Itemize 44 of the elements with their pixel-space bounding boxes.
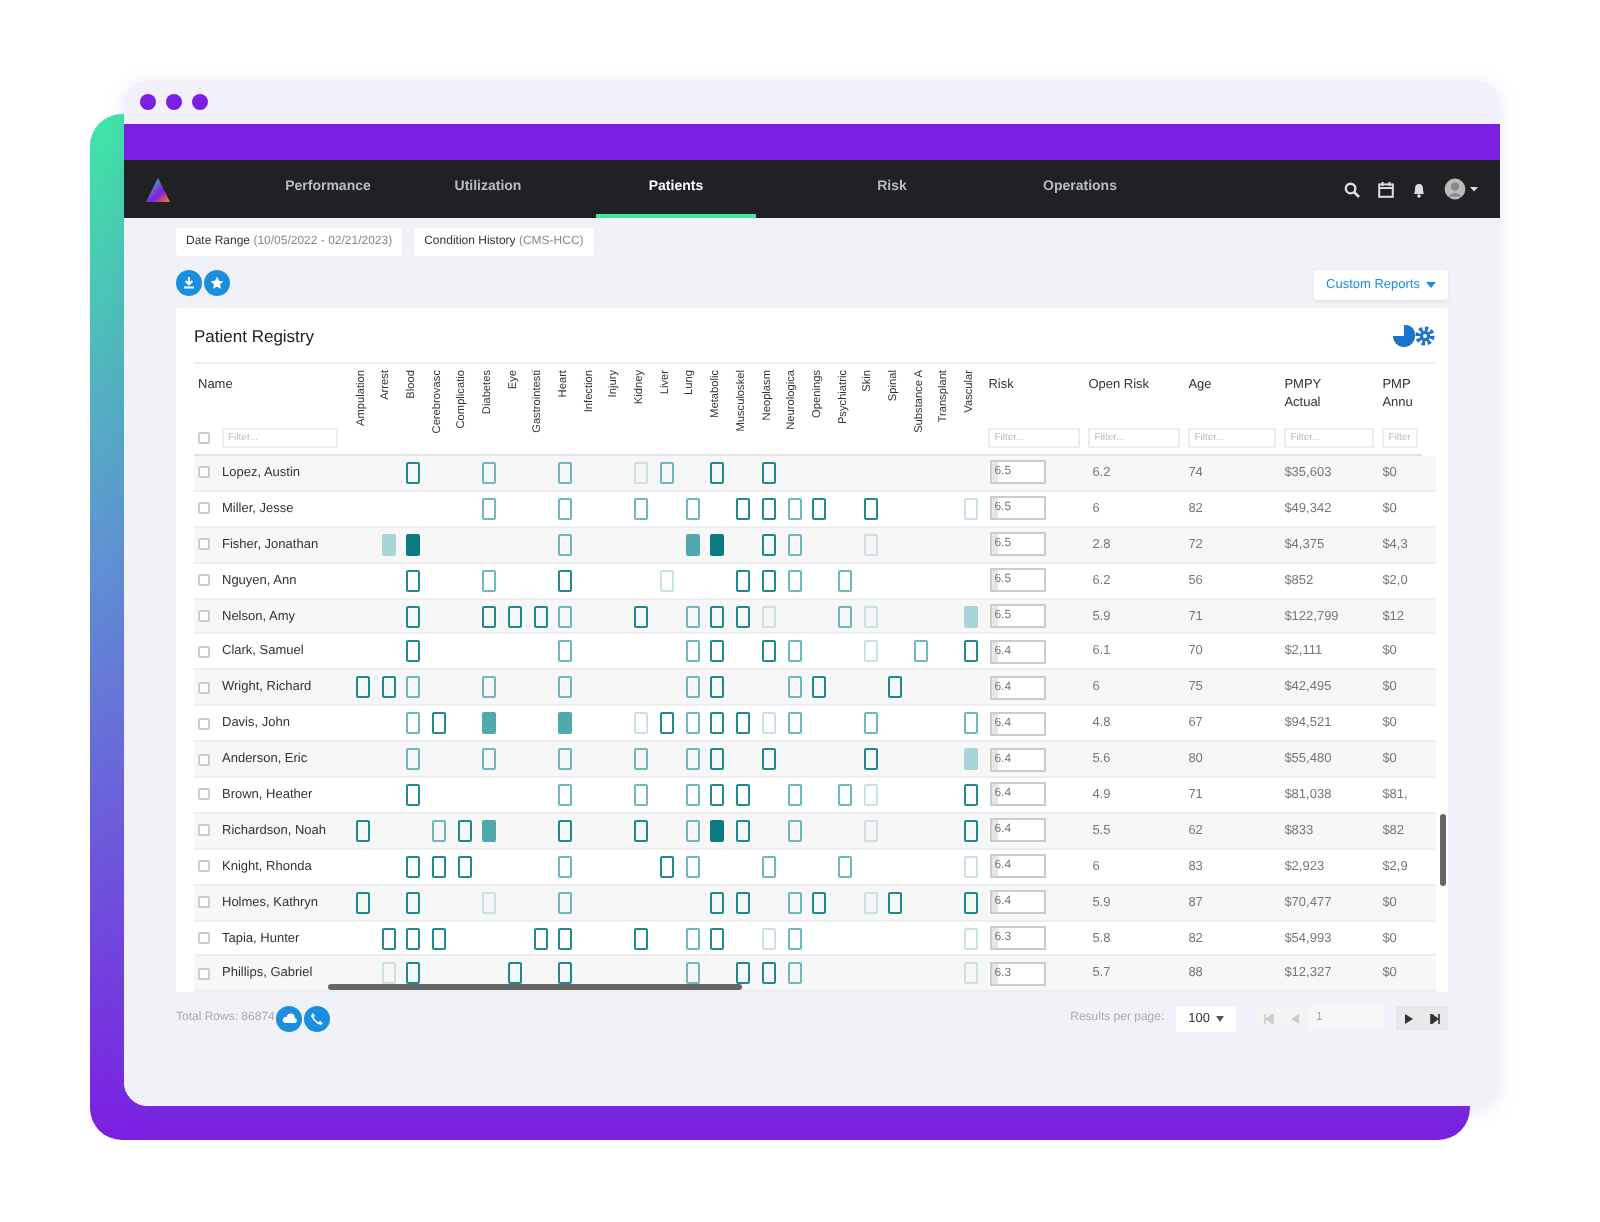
scrollbar-thumb[interactable]: [328, 984, 742, 991]
first-page-icon: [1264, 1013, 1274, 1024]
row-checkbox[interactable]: [198, 932, 210, 945]
last-page-icon: [1430, 1013, 1440, 1024]
caret-icon: [1216, 1015, 1224, 1022]
download-button[interactable]: [176, 270, 202, 296]
row-checkbox[interactable]: [198, 574, 210, 587]
caret-icon: [1426, 282, 1436, 288]
avatar-icon[interactable]: [1444, 178, 1480, 200]
row-checkbox[interactable]: [198, 538, 210, 551]
next-page-button[interactable]: [1396, 1006, 1422, 1031]
scrollbar-thumb[interactable]: [1440, 814, 1446, 886]
row-checkbox[interactable]: [198, 967, 210, 980]
cloud-icon: [281, 1012, 298, 1025]
chart-settings-icon[interactable]: [1392, 323, 1436, 347]
prev-page-icon: [1290, 1013, 1300, 1024]
search-icon[interactable]: [1344, 181, 1360, 197]
row-checkbox[interactable]: [198, 645, 210, 658]
row-checkbox[interactable]: [198, 824, 210, 837]
row-checkbox[interactable]: [198, 502, 210, 515]
window-dot: [166, 94, 182, 110]
row-checkbox[interactable]: [198, 788, 210, 801]
download-icon: [182, 276, 196, 290]
star-icon: [210, 276, 224, 290]
window-dot: [192, 94, 208, 110]
row-checkbox[interactable]: [198, 681, 210, 694]
row-checkbox[interactable]: [198, 896, 210, 909]
phone-button[interactable]: [304, 1005, 331, 1032]
next-page-icon: [1404, 1013, 1414, 1024]
phone-icon: [310, 1011, 325, 1026]
cloud-button[interactable]: [276, 1005, 303, 1032]
bell-icon[interactable]: [1412, 181, 1426, 197]
row-checkbox[interactable]: [198, 717, 210, 730]
row-checkbox[interactable]: [198, 753, 210, 766]
calendar-icon[interactable]: [1378, 181, 1394, 197]
logo-icon: [144, 175, 172, 203]
row-checkbox[interactable]: [198, 610, 210, 622]
star-button[interactable]: [204, 270, 230, 296]
window-dot: [140, 94, 156, 110]
row-checkbox[interactable]: [198, 860, 210, 873]
last-page-button[interactable]: [1422, 1006, 1448, 1031]
card-title: Patient Registry: [194, 325, 314, 345]
row-checkbox[interactable]: [198, 466, 210, 479]
select-all-checkbox[interactable]: [198, 432, 210, 444]
